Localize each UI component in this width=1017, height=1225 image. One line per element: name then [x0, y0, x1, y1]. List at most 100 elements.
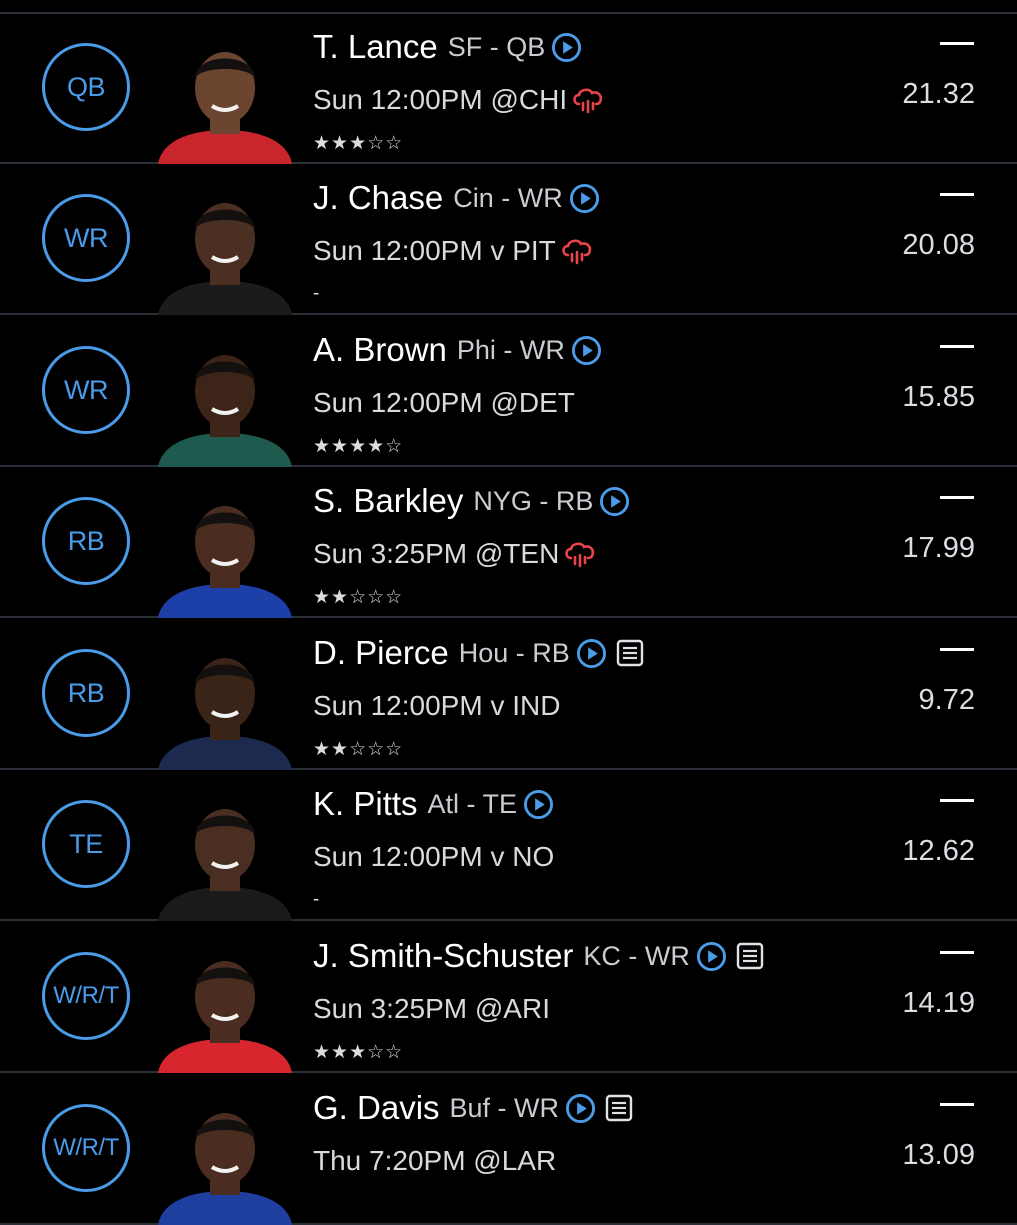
team-position: Atl - TE — [427, 788, 518, 819]
weather-alert-icon[interactable] — [560, 237, 594, 265]
status-dash — [940, 1103, 974, 1106]
position-badge[interactable]: TE — [42, 800, 130, 888]
player-photo — [140, 333, 310, 467]
status-dash — [940, 951, 974, 954]
player-name-line: G. Davis Buf - WR — [313, 1089, 634, 1127]
team-position: Phi - WR — [456, 334, 565, 365]
position-badge[interactable]: RB — [42, 497, 130, 585]
play-video-icon[interactable] — [565, 1093, 596, 1124]
weather-alert-icon[interactable] — [563, 540, 597, 568]
play-video-icon[interactable] — [696, 941, 727, 972]
player-row[interactable]: QB T. Lance SF - QB Sun 12:00PM @CHI ★★★… — [0, 14, 1017, 164]
game-line: Sun 3:25PM @ARI — [313, 993, 550, 1025]
projected-points: 9.72 — [918, 684, 975, 716]
status-dash — [940, 799, 974, 802]
player-name[interactable]: K. Pitts — [313, 785, 418, 823]
position-badge[interactable]: W/R/T — [42, 952, 130, 1040]
game-info: Thu 7:20PM @LAR — [313, 1145, 557, 1176]
news-icon[interactable] — [604, 1093, 634, 1123]
player-name-line: K. Pitts Atl - TE — [313, 785, 554, 823]
weather-alert-icon[interactable] — [571, 86, 605, 114]
player-row[interactable]: W/R/T J. Smith-Schuster KC - WR Sun 3:25… — [0, 923, 1017, 1073]
player-name-line: J. Smith-Schuster KC - WR — [313, 937, 765, 975]
game-line: Thu 7:20PM @LAR — [313, 1145, 556, 1177]
play-video-icon[interactable] — [571, 335, 602, 366]
status-dash — [940, 648, 974, 651]
status-dash — [940, 496, 974, 499]
game-line: Sun 12:00PM @CHI — [313, 84, 605, 116]
projected-points: 15.85 — [902, 381, 975, 413]
player-name[interactable]: J. Chase — [313, 179, 443, 217]
team-position: KC - WR — [583, 940, 690, 971]
play-video-icon[interactable] — [599, 486, 630, 517]
projected-points: 17.99 — [902, 532, 975, 564]
position-badge[interactable]: WR — [42, 194, 130, 282]
news-icon[interactable] — [735, 941, 765, 971]
player-row[interactable]: TE K. Pitts Atl - TE Sun 12:00PM v NO - … — [0, 771, 1017, 921]
player-row[interactable]: WR J. Chase Cin - WR Sun 12:00PM v PIT -… — [0, 165, 1017, 315]
player-rating: ★★☆☆☆ — [313, 739, 404, 760]
player-photo — [140, 939, 310, 1073]
team-position: Buf - WR — [449, 1092, 560, 1123]
player-photo — [140, 484, 310, 618]
player-name-line: D. Pierce Hou - RB — [313, 634, 645, 672]
player-name-line: S. Barkley NYG - RB — [313, 482, 630, 520]
game-line: Sun 12:00PM @DET — [313, 387, 575, 419]
player-name[interactable]: G. Davis — [313, 1089, 440, 1127]
game-line: Sun 12:00PM v NO — [313, 841, 554, 873]
player-name[interactable]: A. Brown — [313, 331, 447, 369]
player-photo — [140, 181, 310, 315]
game-info: Sun 12:00PM @DET — [313, 387, 575, 418]
position-badge[interactable]: QB — [42, 43, 130, 131]
game-info: Sun 12:00PM v IND — [313, 690, 561, 721]
game-info: Sun 12:00PM v PIT — [313, 235, 556, 266]
player-rating: ★★★☆☆ — [313, 133, 404, 154]
play-video-icon[interactable] — [523, 789, 554, 820]
team-position: Cin - WR — [453, 182, 563, 213]
game-line: Sun 12:00PM v IND — [313, 690, 560, 722]
status-dash — [940, 193, 974, 196]
game-info: Sun 3:25PM @TEN — [313, 538, 560, 569]
projected-points: 14.19 — [902, 987, 975, 1019]
game-line: Sun 3:25PM @TEN — [313, 538, 597, 570]
player-name[interactable]: J. Smith-Schuster — [313, 937, 573, 975]
player-name[interactable]: S. Barkley — [313, 482, 463, 520]
position-badge[interactable]: RB — [42, 649, 130, 737]
play-video-icon[interactable] — [551, 32, 582, 63]
player-rating: ★★★☆☆ — [313, 1042, 404, 1063]
play-video-icon[interactable] — [576, 638, 607, 669]
game-line: Sun 12:00PM v PIT — [313, 235, 594, 267]
player-rating: ★★★★☆ — [313, 436, 404, 457]
team-position: Hou - RB — [458, 637, 570, 668]
player-rating: ★★☆☆☆ — [313, 587, 404, 608]
projected-points: 12.62 — [902, 835, 975, 867]
player-photo — [140, 636, 310, 770]
player-name[interactable]: T. Lance — [313, 28, 438, 66]
player-name[interactable]: D. Pierce — [313, 634, 449, 672]
team-position: SF - QB — [447, 31, 546, 62]
player-row[interactable]: WR A. Brown Phi - WR Sun 12:00PM @DET ★★… — [0, 317, 1017, 467]
player-row[interactable]: W/R/T G. Davis Buf - WR Thu 7:20PM @LAR … — [0, 1075, 1017, 1225]
player-name-line: J. Chase Cin - WR — [313, 179, 600, 217]
projected-points: 21.32 — [902, 78, 975, 110]
position-badge[interactable]: WR — [42, 346, 130, 434]
player-name-line: A. Brown Phi - WR — [313, 331, 602, 369]
team-position: NYG - RB — [473, 485, 594, 516]
news-icon[interactable] — [615, 638, 645, 668]
status-dash — [940, 345, 974, 348]
player-row[interactable]: RB S. Barkley NYG - RB Sun 3:25PM @TEN ★… — [0, 468, 1017, 618]
game-info: Sun 3:25PM @ARI — [313, 993, 550, 1024]
position-badge[interactable]: W/R/T — [42, 1104, 130, 1192]
player-photo — [140, 1091, 310, 1225]
game-info: Sun 12:00PM @CHI — [313, 84, 568, 115]
projected-points: 13.09 — [902, 1139, 975, 1171]
game-info: Sun 12:00PM v NO — [313, 841, 555, 872]
status-dash — [940, 42, 974, 45]
player-name-line: T. Lance SF - QB — [313, 28, 582, 66]
player-rating: - — [313, 889, 321, 910]
player-row[interactable]: RB D. Pierce Hou - RB Sun 12:00PM v IND … — [0, 620, 1017, 770]
player-rating: - — [313, 283, 321, 304]
play-video-icon[interactable] — [569, 183, 600, 214]
projected-points: 20.08 — [902, 229, 975, 261]
player-photo — [140, 30, 310, 164]
